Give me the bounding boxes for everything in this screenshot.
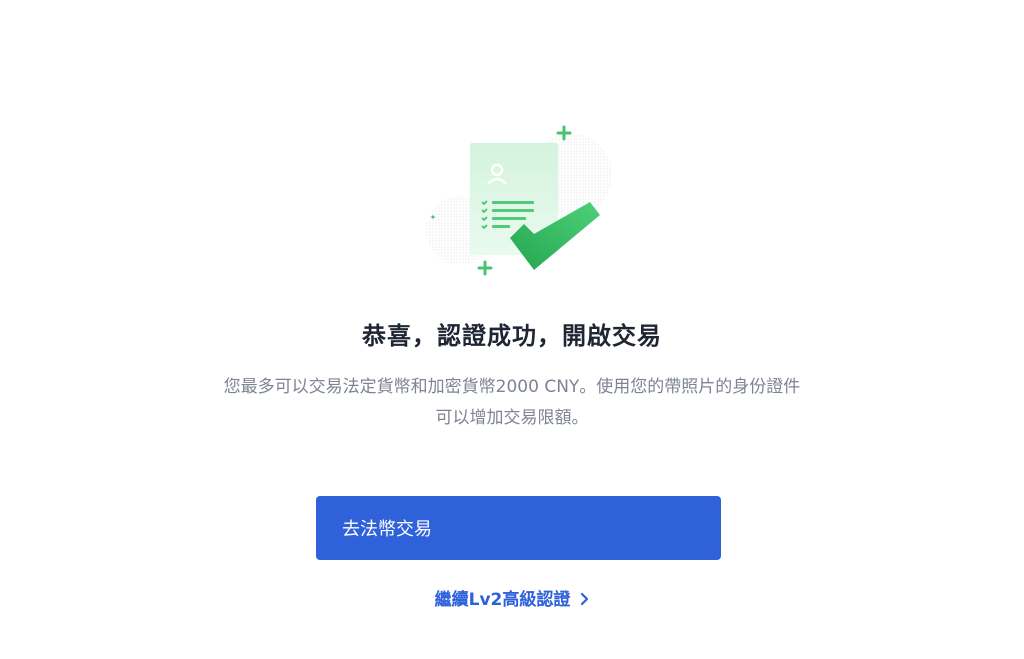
chevron-right-icon	[580, 591, 589, 611]
continue-lv2-label: 繼續Lv2高級認證	[434, 590, 571, 610]
page-title: 恭喜，認證成功，開啟交易	[362, 322, 662, 350]
description-line-2: 可以增加交易限額。	[435, 408, 589, 428]
go-fiat-trading-button[interactable]: 去法幣交易	[316, 496, 721, 560]
verification-success-page: 恭喜，認證成功，開啟交易 您最多可以交易法定貨幣和加密貨幣2000 CNY。使用…	[0, 0, 1024, 659]
continue-lv2-verification-link[interactable]: 繼續Lv2高級認證	[0, 585, 1024, 611]
verified-document-icon	[420, 120, 620, 280]
description-line-1: 您最多可以交易法定貨幣和加密貨幣2000 CNY。使用您的帶照片的身份證件	[223, 377, 801, 397]
description: 您最多可以交易法定貨幣和加密貨幣2000 CNY。使用您的帶照片的身份證件 可以…	[150, 372, 874, 434]
